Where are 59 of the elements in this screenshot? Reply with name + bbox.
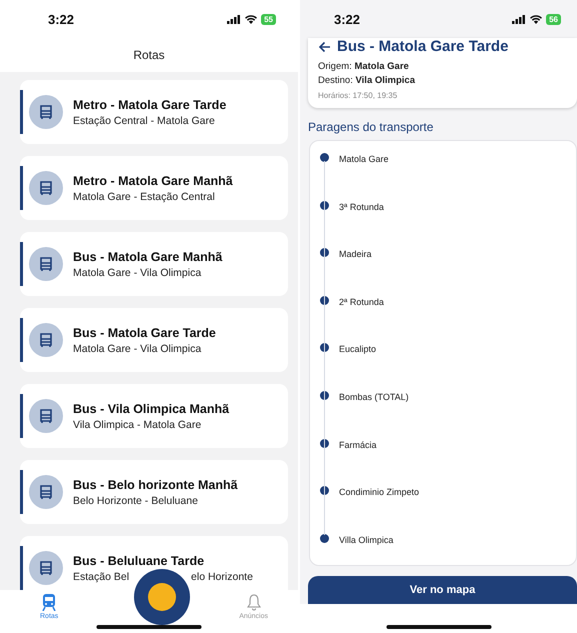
bus-icon — [39, 560, 53, 576]
bus-icon — [39, 484, 53, 500]
battery-level: 55 — [261, 14, 276, 24]
route-card[interactable]: Bus - Matola Gare Manhã Matola Gare - Vila Olimpica — [20, 232, 288, 296]
route-title: Bus - Belo horizonte Manhã — [73, 478, 238, 492]
screen-title: Rotas — [133, 48, 165, 62]
stop-name: 3ª Rotunda — [339, 202, 384, 212]
stop-name: Condiminio Zimpeto — [339, 487, 420, 498]
route-subtitle: Vila Olimpica - Matola Gare — [73, 418, 202, 430]
stop-dot — [320, 534, 329, 543]
route-detail: Origem: Matola Gare — [318, 61, 410, 72]
route-title: Bus - Beluluane Tarde — [73, 554, 206, 568]
route-card[interactable]: Metro - Matola Gare Manhã Matola Gare - Estação Central — [20, 156, 288, 220]
route-title: Bus - Vila Olimpica Manhã — [73, 402, 230, 416]
route-subtitle: Estação Central - Matola Gare — [73, 114, 215, 126]
stop-name: Farmácia — [339, 440, 377, 450]
route-card[interactable]: Bus - Beluluane Tarde Estação Bel elo Horizonte — [20, 536, 288, 590]
back-button[interactable] — [318, 40, 331, 52]
bus-icon — [39, 408, 53, 424]
stop-name: Eucalipto — [339, 344, 376, 354]
route-title: Metro - Matola Gare Tarde — [73, 98, 226, 112]
train-icon — [42, 594, 56, 611]
stop-name: Bombas (TOTAL) — [339, 392, 409, 402]
route-subtitle: Matola Gare - Vila Olimpica — [73, 342, 202, 354]
back-arrow-icon — [318, 40, 331, 52]
schedule-text: Horários: 17:50, 19:35 — [318, 91, 398, 100]
stop-name: Matola Gare — [339, 154, 389, 164]
stop-name: 2ª Rotunda — [339, 296, 384, 307]
signal-icon — [227, 14, 242, 24]
route-title: Metro - Matola Gare Manhã — [73, 174, 233, 188]
signal-icon — [512, 14, 526, 24]
wifi-icon — [245, 14, 258, 24]
bus-icon — [39, 256, 53, 272]
route-subtitle: elo Horizonte — [191, 570, 253, 582]
route-detail: Destino: Vila Olimpica — [318, 75, 416, 86]
stop-name: Madeira — [339, 249, 372, 260]
route-card[interactable]: Bus - Belo horizonte Manhã Belo Horizonte - Beluluane — [20, 460, 288, 524]
route-subtitle: Matola Gare - Estação Central — [73, 190, 215, 202]
stop-dot — [320, 153, 329, 162]
bell-icon — [246, 594, 261, 611]
route-card[interactable]: Bus - Vila Olimpica Manhã Vila Olimpica - Matola Gare — [20, 384, 288, 448]
status-time: 3:22 — [334, 12, 360, 26]
route-title: Bus - Matola Gare Tarde — [73, 326, 216, 340]
route-card[interactable]: Bus - Matola Gare Tarde Matola Gare - Vila Olimpica — [20, 308, 288, 372]
stop-name: Villa Olimpica — [339, 534, 394, 545]
status-time: 3:22 — [48, 12, 74, 26]
battery-level: 56 — [546, 14, 561, 24]
map-button[interactable]: Ver no mapa — [308, 576, 577, 604]
wifi-icon — [530, 14, 542, 24]
route-subtitle: Belo Horizonte - Beluluane — [73, 494, 198, 506]
bus-icon — [39, 180, 53, 196]
route-title: Bus - Matola Gare Tarde — [337, 38, 508, 55]
bus-icon — [39, 332, 53, 348]
section-title: Paragens do transporte — [308, 120, 434, 134]
route-subtitle: Estação Bel — [73, 570, 130, 582]
bus-icon — [39, 104, 53, 120]
route-title: Bus - Matola Gare Manhã — [73, 250, 222, 264]
route-subtitle: Matola Gare - Vila Olimpica — [73, 266, 202, 278]
route-card[interactable]: Metro - Matola Gare Tarde Estação Central - Matola Gare — [20, 80, 288, 144]
